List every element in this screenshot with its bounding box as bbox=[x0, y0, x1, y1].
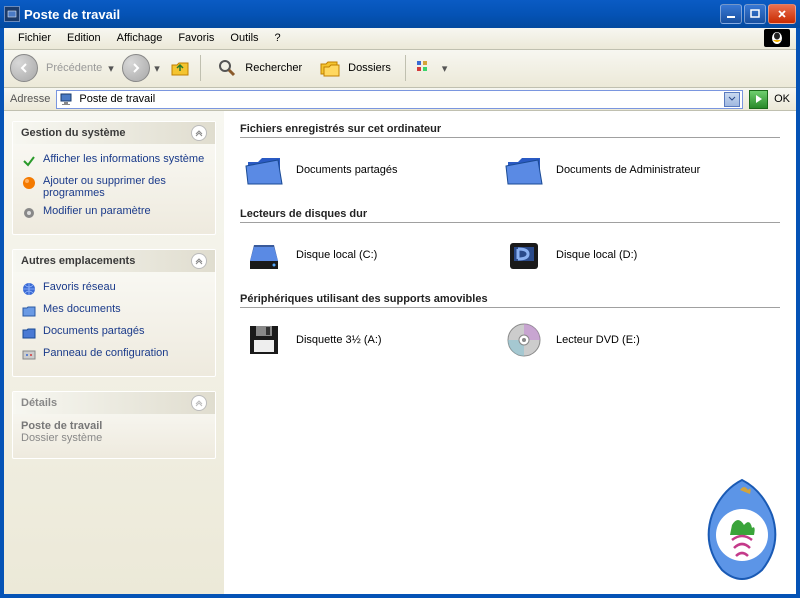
menu-favoris[interactable]: Favoris bbox=[170, 30, 222, 46]
back-label: Précédente bbox=[46, 62, 102, 74]
folders-icon bbox=[318, 56, 342, 80]
search-icon bbox=[215, 56, 239, 80]
circle-icon bbox=[21, 175, 37, 191]
item-disk-c[interactable]: Disque local (C:) bbox=[244, 235, 484, 275]
logo-icon bbox=[764, 29, 790, 47]
floppy-icon bbox=[244, 320, 284, 360]
item-label: Disquette 3½ (A:) bbox=[296, 334, 382, 346]
folder-icon bbox=[504, 150, 544, 190]
minimize-button[interactable] bbox=[720, 4, 742, 24]
check-icon bbox=[21, 153, 37, 169]
address-input[interactable]: Poste de travail bbox=[56, 90, 743, 109]
folders-button[interactable]: Dossiers bbox=[312, 54, 397, 82]
window-title: Poste de travail bbox=[24, 7, 718, 22]
titlebar: Poste de travail bbox=[0, 0, 800, 28]
toolbar: Précédente ▾ ▾ Rechercher Dossiers ▾ bbox=[4, 50, 796, 88]
sidebar-item-system-info[interactable]: Afficher les informations système bbox=[21, 150, 207, 172]
globe-icon bbox=[21, 281, 37, 297]
panel-system-tasks-header[interactable]: Gestion du système bbox=[13, 122, 215, 144]
item-label: Documents partagés bbox=[296, 164, 398, 176]
panel-other-places: Autres emplacements Favoris réseau Mes d… bbox=[12, 249, 216, 377]
item-label: Disque local (D:) bbox=[556, 249, 637, 261]
view-mode-button[interactable] bbox=[414, 56, 438, 80]
section-removable: Périphériques utilisant des supports amo… bbox=[240, 293, 780, 308]
address-dropdown[interactable] bbox=[724, 92, 740, 107]
section-hdd: Lecteurs de disques dur bbox=[240, 208, 780, 223]
forward-button[interactable] bbox=[122, 54, 150, 82]
chevron-up-icon bbox=[191, 253, 207, 269]
panel-details-header[interactable]: Détails bbox=[13, 392, 215, 414]
menu-fichier[interactable]: Fichier bbox=[10, 30, 59, 46]
chevron-up-icon bbox=[191, 125, 207, 141]
folders-label: Dossiers bbox=[348, 62, 391, 74]
menu-edition[interactable]: Edition bbox=[59, 30, 109, 46]
item-label: Disque local (C:) bbox=[296, 249, 377, 261]
menu-outils[interactable]: Outils bbox=[222, 30, 266, 46]
dvd-icon bbox=[504, 320, 544, 360]
hdd-icon bbox=[504, 235, 544, 275]
control-panel-icon bbox=[21, 347, 37, 363]
details-title: Poste de travail bbox=[21, 420, 207, 432]
folder-shared-icon bbox=[21, 325, 37, 341]
item-floppy-a[interactable]: Disquette 3½ (A:) bbox=[244, 320, 484, 360]
folder-doc-icon bbox=[21, 303, 37, 319]
address-label: Adresse bbox=[10, 93, 50, 105]
forward-dropdown[interactable]: ▾ bbox=[154, 62, 164, 75]
folder-icon bbox=[244, 150, 284, 190]
panel-details: Détails Poste de travail Dossier système bbox=[12, 391, 216, 459]
gear-icon bbox=[21, 205, 37, 221]
chevron-up-icon bbox=[191, 395, 207, 411]
sidebar-item-shared-docs[interactable]: Documents partagés bbox=[21, 322, 207, 344]
sidebar-item-modify-setting[interactable]: Modifier un paramètre bbox=[21, 202, 207, 224]
main-content: Fichiers enregistrés sur cet ordinateur … bbox=[224, 111, 796, 594]
hdd-icon bbox=[244, 235, 284, 275]
menubar: Fichier Edition Affichage Favoris Outils… bbox=[4, 28, 796, 50]
up-folder-button[interactable] bbox=[168, 56, 192, 80]
sidebar-item-network[interactable]: Favoris réseau bbox=[21, 278, 207, 300]
ok-label: OK bbox=[774, 93, 790, 105]
view-mode-dropdown[interactable]: ▾ bbox=[442, 62, 452, 75]
maximize-button[interactable] bbox=[744, 4, 766, 24]
menu-help[interactable]: ? bbox=[267, 30, 289, 46]
back-dropdown[interactable]: ▾ bbox=[108, 62, 118, 75]
details-subtitle: Dossier système bbox=[21, 432, 207, 444]
go-button[interactable] bbox=[749, 90, 768, 109]
computer-icon bbox=[59, 92, 75, 106]
close-button[interactable] bbox=[768, 4, 796, 24]
address-bar: Adresse Poste de travail OK bbox=[4, 88, 796, 112]
sidebar: Gestion du système Afficher les informat… bbox=[4, 111, 224, 594]
item-shared-documents[interactable]: Documents partagés bbox=[244, 150, 484, 190]
item-disk-d[interactable]: Disque local (D:) bbox=[504, 235, 744, 275]
sidebar-item-my-documents[interactable]: Mes documents bbox=[21, 300, 207, 322]
search-label: Rechercher bbox=[245, 62, 302, 74]
sidebar-item-control-panel[interactable]: Panneau de configuration bbox=[21, 344, 207, 366]
search-button[interactable]: Rechercher bbox=[209, 54, 308, 82]
back-button[interactable] bbox=[10, 54, 38, 82]
sidebar-item-add-remove[interactable]: Ajouter ou supprimer des programmes bbox=[21, 172, 207, 202]
address-value: Poste de travail bbox=[79, 93, 155, 105]
item-dvd-e[interactable]: Lecteur DVD (E:) bbox=[504, 320, 744, 360]
panel-system-tasks: Gestion du système Afficher les informat… bbox=[12, 121, 216, 235]
app-icon bbox=[4, 6, 20, 22]
item-label: Lecteur DVD (E:) bbox=[556, 334, 640, 346]
panel-other-places-header[interactable]: Autres emplacements bbox=[13, 250, 215, 272]
section-files: Fichiers enregistrés sur cet ordinateur bbox=[240, 123, 780, 138]
menu-affichage[interactable]: Affichage bbox=[109, 30, 171, 46]
item-label: Documents de Administrateur bbox=[556, 164, 700, 176]
item-admin-documents[interactable]: Documents de Administrateur bbox=[504, 150, 744, 190]
